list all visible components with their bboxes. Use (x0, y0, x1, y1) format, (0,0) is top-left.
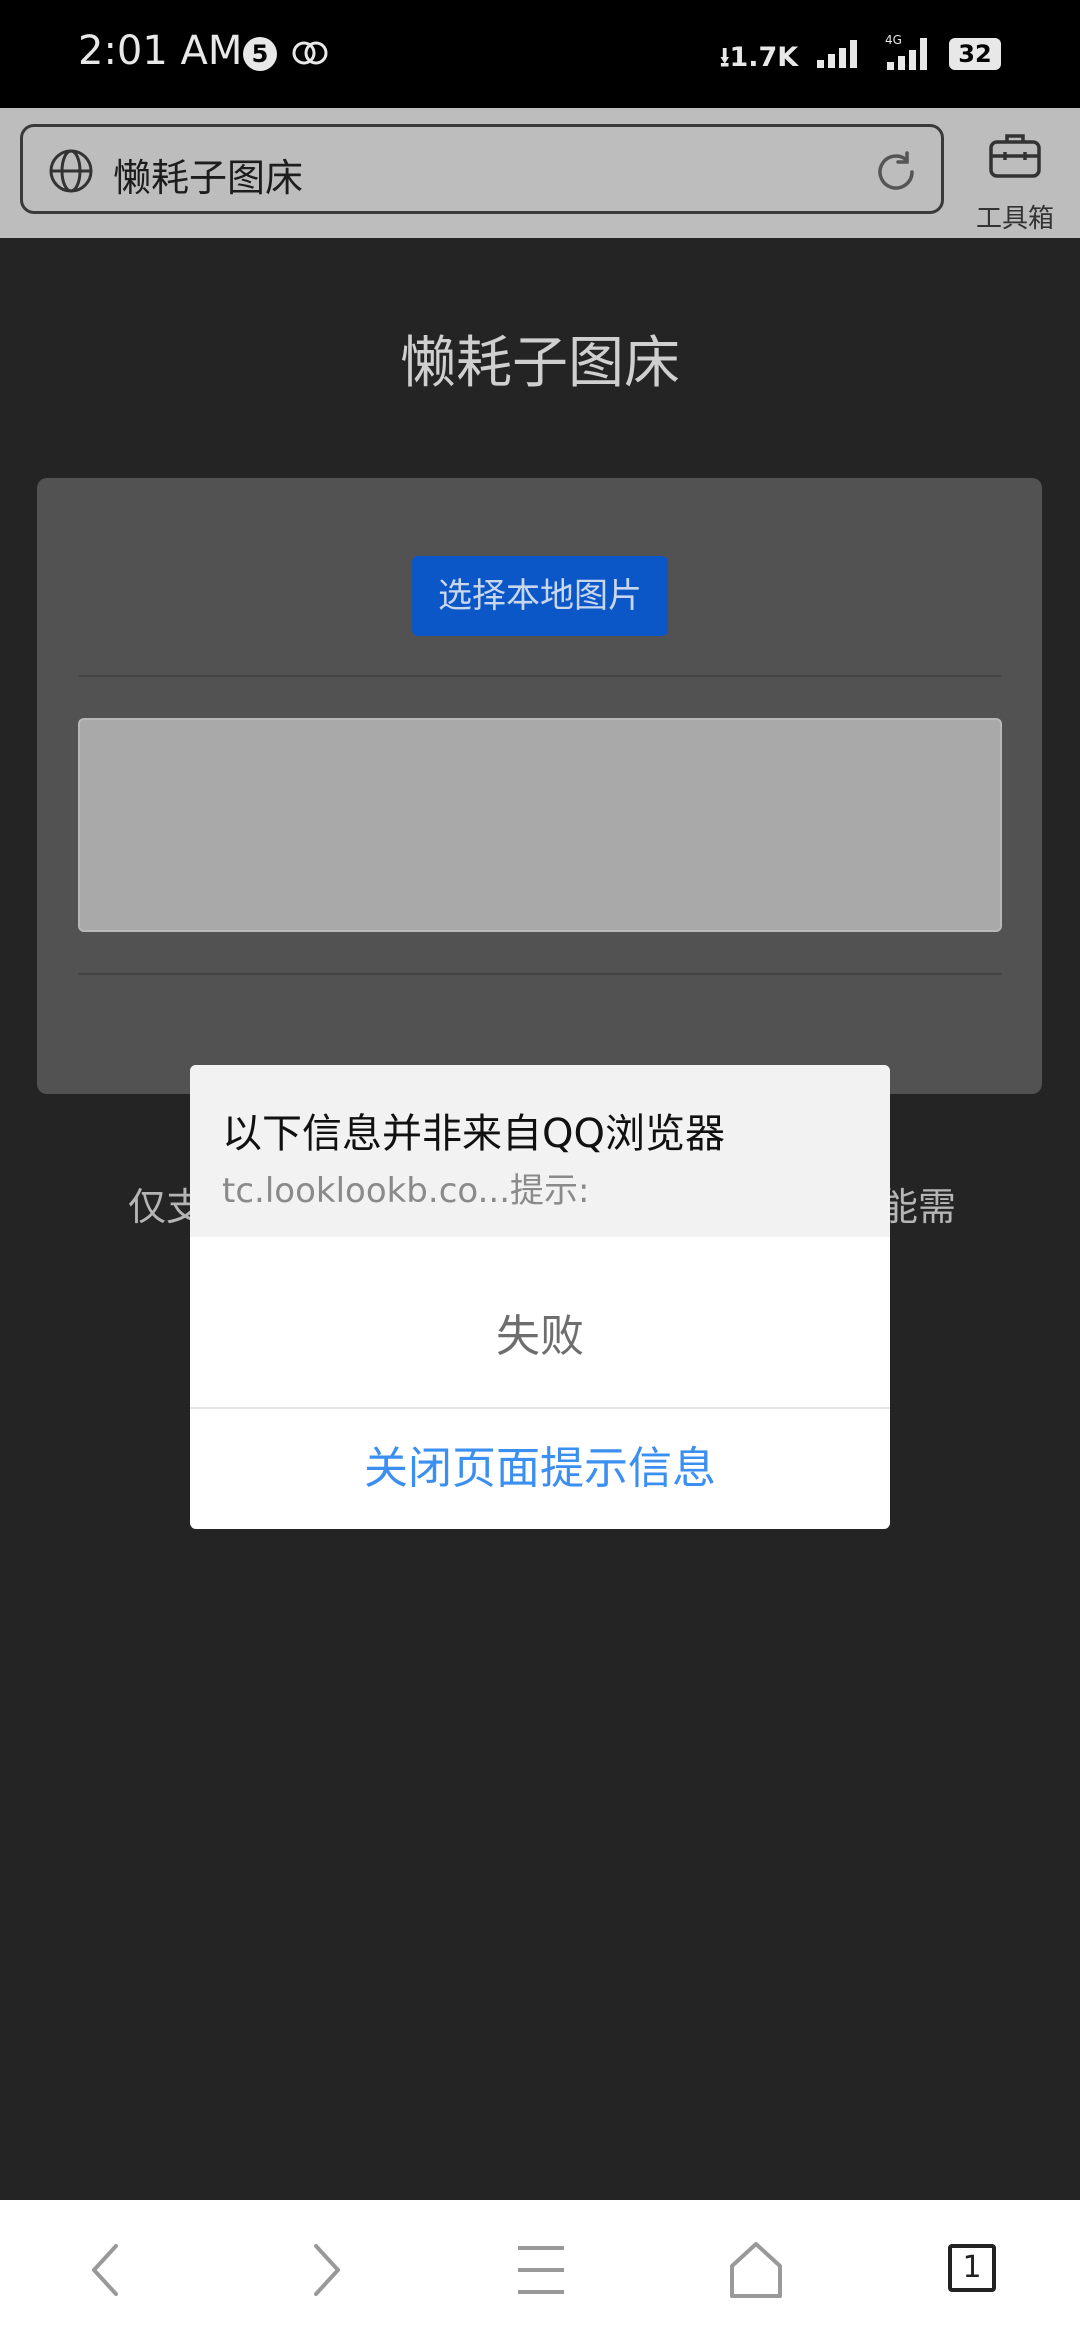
status-time: 2:01 AM (78, 28, 243, 74)
dialog-message: 失败 (496, 1311, 584, 1362)
dialog-title: 以下信息并非来自QQ浏览器 (222, 1111, 725, 1157)
link-icon (290, 36, 330, 74)
notification-count-badge: 5 (243, 37, 277, 71)
chevron-left-icon (82, 2244, 132, 2304)
address-text: 懒耗子图床 (113, 156, 304, 200)
chevron-right-icon (300, 2244, 350, 2304)
note-text-right: 能需 (880, 1185, 957, 1229)
dialog-subtitle: tc.looklookb.co...提示: (222, 1171, 590, 1211)
home-button[interactable] (728, 2240, 808, 2300)
battery-icon: 32 (949, 38, 1001, 70)
svg-text:4G: 4G (885, 33, 902, 47)
close-page-alerts-button[interactable]: 关闭页面提示信息 (190, 1409, 890, 1529)
dialog-header: 以下信息并非来自QQ浏览器 tc.looklookb.co...提示: (190, 1065, 890, 1237)
menu-icon (514, 2246, 568, 2304)
bottom-nav-bar: 1 (0, 2200, 1080, 2340)
signal-4g-icon: 4G (883, 32, 939, 76)
result-textarea[interactable] (78, 718, 1002, 932)
forward-button[interactable] (300, 2240, 380, 2300)
menu-button[interactable] (514, 2240, 594, 2300)
toolbox-button[interactable]: 工具箱 (960, 122, 1070, 234)
toolbox-label: 工具箱 (975, 204, 1054, 234)
back-button[interactable] (82, 2240, 162, 2300)
divider (78, 675, 1002, 677)
alert-dialog: 以下信息并非来自QQ浏览器 tc.looklookb.co...提示: 失败 关… (190, 1065, 890, 1529)
tabs-button[interactable]: 1 (948, 2244, 1028, 2304)
divider (78, 973, 1002, 975)
reload-icon[interactable] (871, 147, 921, 201)
status-bar: 2:01 AM 5 ⭳1.7K 4G 32 (0, 0, 1080, 108)
browser-header: 懒耗子图床 工具箱 (0, 108, 1080, 238)
address-bar[interactable]: 懒耗子图床 (20, 124, 944, 214)
tab-count-icon: 1 (948, 2244, 996, 2292)
net-speed: ⭳1.7K (720, 42, 799, 73)
home-icon (728, 2242, 784, 2304)
globe-icon (47, 147, 95, 199)
signal-icon (815, 36, 865, 74)
toolbox-icon (987, 134, 1043, 186)
page-title: 懒耗子图床 (400, 331, 680, 396)
select-local-image-button[interactable]: 选择本地图片 (412, 556, 668, 636)
